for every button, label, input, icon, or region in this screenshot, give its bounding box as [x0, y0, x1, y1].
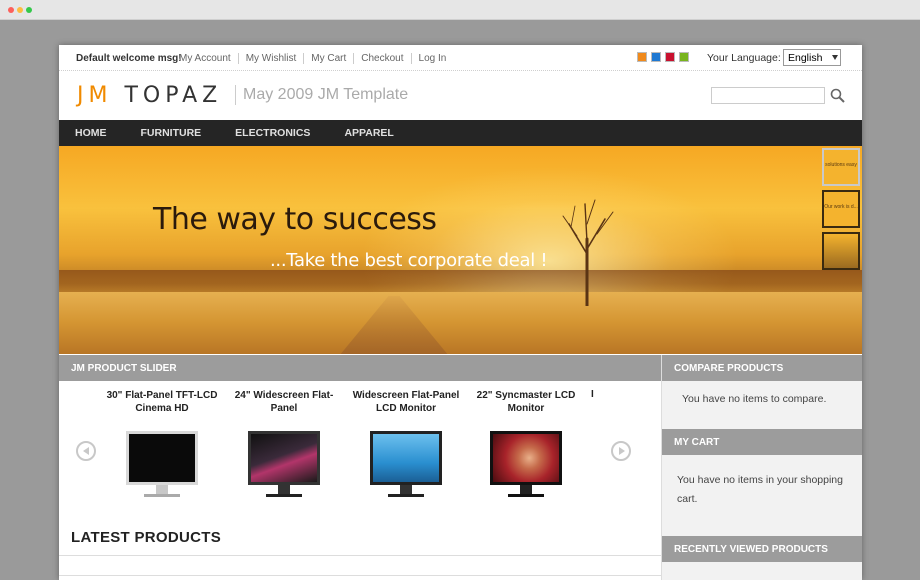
my-cart-link[interactable]: My Cart: [303, 53, 353, 64]
language-select[interactable]: English: [783, 49, 841, 66]
slider-next-arrow-icon[interactable]: [611, 441, 631, 461]
web-page: Default welcome msg! My Account My Wishl…: [59, 45, 862, 580]
product-slider-title: JM PRODUCT SLIDER: [59, 355, 661, 381]
logo-name: TOPAZ: [124, 83, 223, 108]
language-label: Your Language:: [707, 52, 781, 64]
section-divider: [59, 575, 661, 576]
checkout-link[interactable]: Checkout: [353, 53, 410, 64]
hero-subtitle: ...Take the best corporate deal !: [270, 250, 548, 271]
red-theme-swatch[interactable]: [665, 52, 675, 62]
header-divider: [235, 85, 236, 105]
nav-item-electronics[interactable]: ELECTRONICS: [235, 127, 310, 139]
log-in-link[interactable]: Log In: [410, 53, 454, 64]
search-input[interactable]: [711, 87, 825, 104]
slider-product-card[interactable]: 22" Syncmaster LCD Monitor: [467, 389, 585, 497]
welcome-message: Default welcome msg!: [76, 53, 182, 64]
language-value: English: [788, 52, 823, 64]
search-icon[interactable]: [829, 87, 847, 104]
hero-banner[interactable]: The way to success ...Take the best corp…: [59, 146, 862, 354]
nav-item-home[interactable]: HOME: [75, 127, 107, 139]
slider-product-card[interactable]: 30" Flat-Panel TFT-LCD Cinema HD: [103, 389, 221, 497]
main-navigation: HOME FURNITURE ELECTRONICS APPAREL: [59, 120, 862, 146]
product-name[interactable]: 30" Flat-Panel TFT-LCD Cinema HD: [103, 389, 221, 417]
maximize-dot-icon[interactable]: [26, 7, 32, 13]
blue-theme-swatch[interactable]: [651, 52, 661, 62]
product-slider: 30" Flat-Panel TFT-LCD Cinema HD 24" Wid…: [59, 381, 661, 517]
hero-title: The way to success: [153, 202, 437, 237]
monitor-image[interactable]: [347, 431, 465, 497]
compare-products-text: You have no items to compare.: [682, 393, 827, 405]
hero-thumbnail[interactable]: [822, 232, 860, 270]
hero-thumbnail[interactable]: solutions easy: [822, 148, 860, 186]
compare-products-title: COMPARE PRODUCTS: [662, 355, 862, 381]
slider-product-card[interactable]: Widescreen Flat-Panel LCD Monitor: [347, 389, 465, 497]
color-theme-switcher: [637, 52, 689, 62]
product-name[interactable]: 22" Syncmaster LCD Monitor: [467, 389, 585, 417]
logo-prefix: JM: [77, 83, 113, 108]
hero-thumbnail[interactable]: Our work is d...: [822, 190, 860, 228]
recently-viewed-title: RECENTLY VIEWED PRODUCTS: [662, 536, 862, 562]
product-name[interactable]: 24" Widescreen Flat-Panel: [225, 389, 343, 417]
site-tagline: May 2009 JM Template: [243, 86, 409, 103]
section-divider: [59, 555, 661, 556]
top-bar: Default welcome msg! My Account My Wishl…: [59, 45, 862, 71]
right-sidebar: COMPARE PRODUCTS You have no items to co…: [661, 355, 862, 580]
browser-title-bar: [0, 0, 920, 20]
latest-products-title: LATEST PRODUCTS: [71, 529, 222, 546]
my-cart-title: MY CART: [662, 429, 862, 455]
my-account-link[interactable]: My Account: [179, 53, 238, 64]
orange-theme-swatch[interactable]: [637, 52, 647, 62]
monitor-image[interactable]: [103, 431, 221, 497]
site-logo[interactable]: JM TOPAZ: [77, 83, 222, 108]
green-theme-swatch[interactable]: [679, 52, 689, 62]
hero-field: [59, 292, 862, 354]
product-name[interactable]: Widescreen Flat-Panel LCD Monitor: [347, 389, 465, 417]
account-links: My Account My Wishlist My Cart Checkout …: [179, 53, 453, 64]
hero-thumbnails: solutions easy Our work is d...: [820, 146, 862, 354]
slider-prev-arrow-icon[interactable]: [76, 441, 96, 461]
product-name-partial: I: [591, 389, 594, 400]
slider-product-card[interactable]: 24" Widescreen Flat-Panel: [225, 389, 343, 497]
monitor-image[interactable]: [467, 431, 585, 497]
tree-icon: [562, 199, 614, 306]
nav-item-furniture[interactable]: FURNITURE: [141, 127, 202, 139]
minimize-dot-icon[interactable]: [17, 7, 23, 13]
chevron-down-icon: [832, 55, 838, 60]
monitor-image[interactable]: [225, 431, 343, 497]
hero-treeline: [59, 270, 862, 292]
nav-item-apparel[interactable]: APPAREL: [344, 127, 393, 139]
my-cart-text: You have no items in your shopping cart.: [677, 474, 843, 505]
close-dot-icon[interactable]: [8, 7, 14, 13]
my-wishlist-link[interactable]: My Wishlist: [237, 53, 304, 64]
